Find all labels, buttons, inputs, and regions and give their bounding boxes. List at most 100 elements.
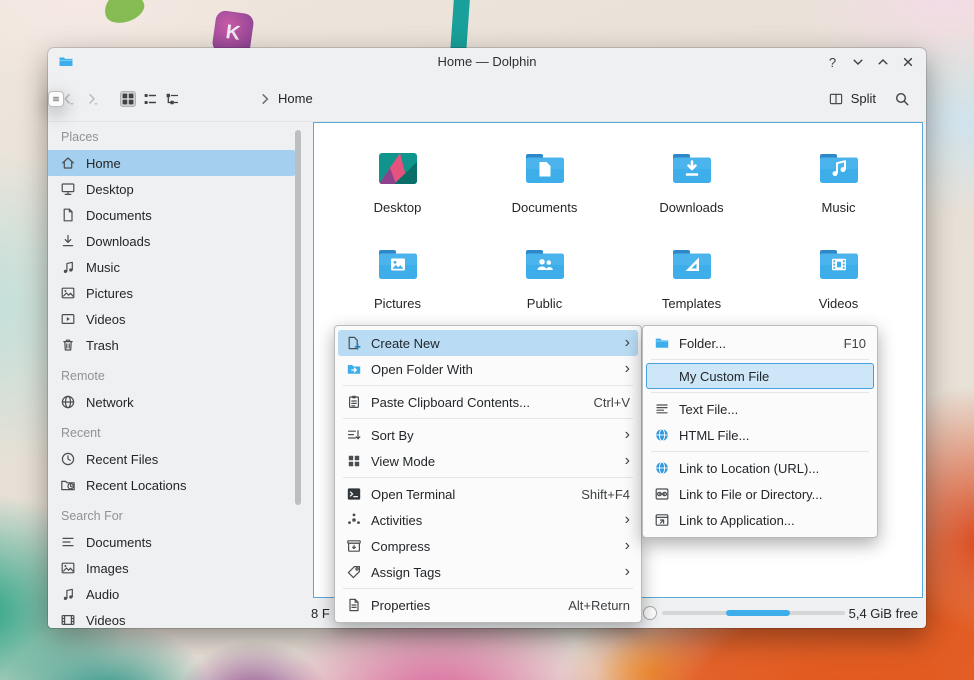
menu-item-assign-tags[interactable]: Assign Tags: [338, 559, 638, 585]
sidebar-item-music[interactable]: Music: [48, 254, 295, 280]
menu-item-label: Text File...: [679, 401, 739, 417]
video-icon: [60, 311, 76, 327]
sidebar-item-downloads[interactable]: Downloads: [48, 228, 295, 254]
folder-name: Videos: [818, 296, 859, 311]
minimize-button[interactable]: [850, 54, 866, 70]
sidebar-item-search-videos[interactable]: Videos: [48, 607, 295, 628]
sidebar-item-label: Downloads: [86, 233, 151, 249]
sidebar-item-recent-locations[interactable]: Recent Locations: [48, 472, 295, 498]
split-icon: [828, 91, 844, 107]
menu-item-open-folder-with[interactable]: Open Folder With: [338, 356, 638, 382]
hamburger-menu-button[interactable]: [48, 90, 64, 107]
navigation-buttons: [60, 91, 100, 107]
breadcrumb-home[interactable]: Home: [278, 91, 313, 106]
sidebar-item-trash[interactable]: Trash: [48, 332, 295, 358]
menu-item-sort-by[interactable]: Sort By: [338, 422, 638, 448]
folder-public[interactable]: Public: [471, 230, 618, 326]
submenu-arrow-icon: [625, 512, 630, 528]
sidebar-item-label: Recent Files: [86, 451, 159, 467]
sidebar-item-pictures[interactable]: Pictures: [48, 280, 295, 306]
submenu-item-link-to-file[interactable]: Link to File or Directory...: [646, 481, 874, 507]
picture-icon: [60, 285, 76, 301]
context-menu: Create New Open Folder With Paste Clipbo…: [334, 325, 642, 623]
sidebar-item-search-audio[interactable]: Audio: [48, 581, 295, 607]
sidebar-item-label: Network: [86, 394, 134, 410]
sidebar-item-videos[interactable]: Videos: [48, 306, 295, 332]
split-button[interactable]: Split: [828, 91, 876, 107]
sidebar-item-label: Videos: [86, 311, 126, 327]
menu-item-paste[interactable]: Paste Clipboard Contents... Ctrl+V: [338, 389, 638, 415]
submenu-item-html-file[interactable]: HTML File...: [646, 422, 874, 448]
submenu-item-my-custom-file[interactable]: My Custom File: [646, 363, 874, 389]
submenu-arrow-icon: [625, 427, 630, 443]
folder-videos[interactable]: Videos: [765, 230, 912, 326]
zoom-slider[interactable]: [643, 606, 853, 620]
section-header-search-for: Search For: [61, 509, 123, 523]
menu-item-label: Link to Location (URL)...: [679, 460, 820, 476]
submenu-arrow-icon: [625, 453, 630, 469]
folder-documents[interactable]: Documents: [471, 134, 618, 230]
sidebar-item-home[interactable]: Home: [48, 150, 295, 176]
sidebar-item-network[interactable]: Network: [48, 389, 295, 415]
sidebar-item-search-documents[interactable]: Documents: [48, 529, 295, 555]
download-icon: [60, 233, 76, 249]
terminal-icon: [346, 486, 362, 502]
sidebar-scrollbar[interactable]: [295, 130, 301, 505]
sidebar-item-documents[interactable]: Documents: [48, 202, 295, 228]
sidebar-item-search-images[interactable]: Images: [48, 555, 295, 581]
menu-item-open-terminal[interactable]: Open Terminal Shift+F4: [338, 481, 638, 507]
details-view-button[interactable]: [164, 91, 180, 107]
folder-name: Pictures: [374, 296, 421, 311]
menu-item-label: View Mode: [371, 453, 436, 469]
menu-item-label: My Custom File: [679, 368, 770, 384]
sidebar-item-desktop[interactable]: Desktop: [48, 176, 295, 202]
downloads-folder-icon: [668, 144, 716, 192]
close-button[interactable]: [900, 54, 916, 70]
zoom-track[interactable]: [662, 610, 845, 616]
submenu-arrow-icon: [625, 335, 630, 351]
view-mode-icon: [346, 453, 362, 469]
window-title: Home — Dolphin: [437, 54, 537, 69]
menu-item-label: Assign Tags: [371, 564, 441, 580]
folder-desktop[interactable]: Desktop: [324, 134, 471, 230]
submenu-item-link-to-location[interactable]: Link to Location (URL)...: [646, 455, 874, 481]
folder-pictures[interactable]: Pictures: [324, 230, 471, 326]
titlebar[interactable]: Home — Dolphin ?: [48, 48, 926, 76]
folder-templates[interactable]: Templates: [618, 230, 765, 326]
submenu-item-text-file[interactable]: Text File...: [646, 396, 874, 422]
folder-name: Public: [526, 296, 563, 311]
menu-shortcut: Shift+F4: [581, 486, 630, 502]
folder-grid: Desktop Documents Downloads Music Pictur…: [324, 134, 912, 326]
folder-music[interactable]: Music: [765, 134, 912, 230]
compact-view-button[interactable]: [142, 91, 158, 107]
forward-button[interactable]: [84, 91, 100, 107]
paste-icon: [346, 394, 362, 410]
section-header-recent: Recent: [61, 426, 101, 440]
folder-name: Templates: [661, 296, 722, 311]
status-item-count: 8 F: [311, 605, 330, 621]
sidebar-item-label: Images: [86, 560, 129, 576]
menu-item-create-new[interactable]: Create New: [338, 330, 638, 356]
documents-folder-icon: [521, 144, 569, 192]
properties-icon: [346, 597, 362, 613]
submenu-item-folder[interactable]: Folder... F10: [646, 330, 874, 356]
menu-item-view-mode[interactable]: View Mode: [338, 448, 638, 474]
icons-view-button[interactable]: [120, 90, 136, 107]
folder-downloads[interactable]: Downloads: [618, 134, 765, 230]
templates-folder-icon: [668, 240, 716, 288]
maximize-button[interactable]: [875, 54, 891, 70]
zoom-handle-button[interactable]: [643, 606, 657, 620]
folder-name: Documents: [511, 200, 578, 215]
search-button[interactable]: [894, 91, 910, 107]
help-button[interactable]: ?: [824, 54, 841, 71]
videos-folder-icon: [815, 240, 863, 288]
menu-item-compress[interactable]: Compress: [338, 533, 638, 559]
sidebar-item-recent-files[interactable]: Recent Files: [48, 446, 295, 472]
menu-item-properties[interactable]: Properties Alt+Return: [338, 592, 638, 618]
menu-item-label: Open Folder With: [371, 361, 473, 377]
submenu-arrow-icon: [625, 538, 630, 554]
submenu-item-link-to-application[interactable]: Link to Application...: [646, 507, 874, 533]
view-mode-buttons: [120, 90, 180, 107]
menu-item-activities[interactable]: Activities: [338, 507, 638, 533]
desktop-screen: { "ui_colors": {"accent": "#3daee9", "se…: [0, 0, 974, 680]
